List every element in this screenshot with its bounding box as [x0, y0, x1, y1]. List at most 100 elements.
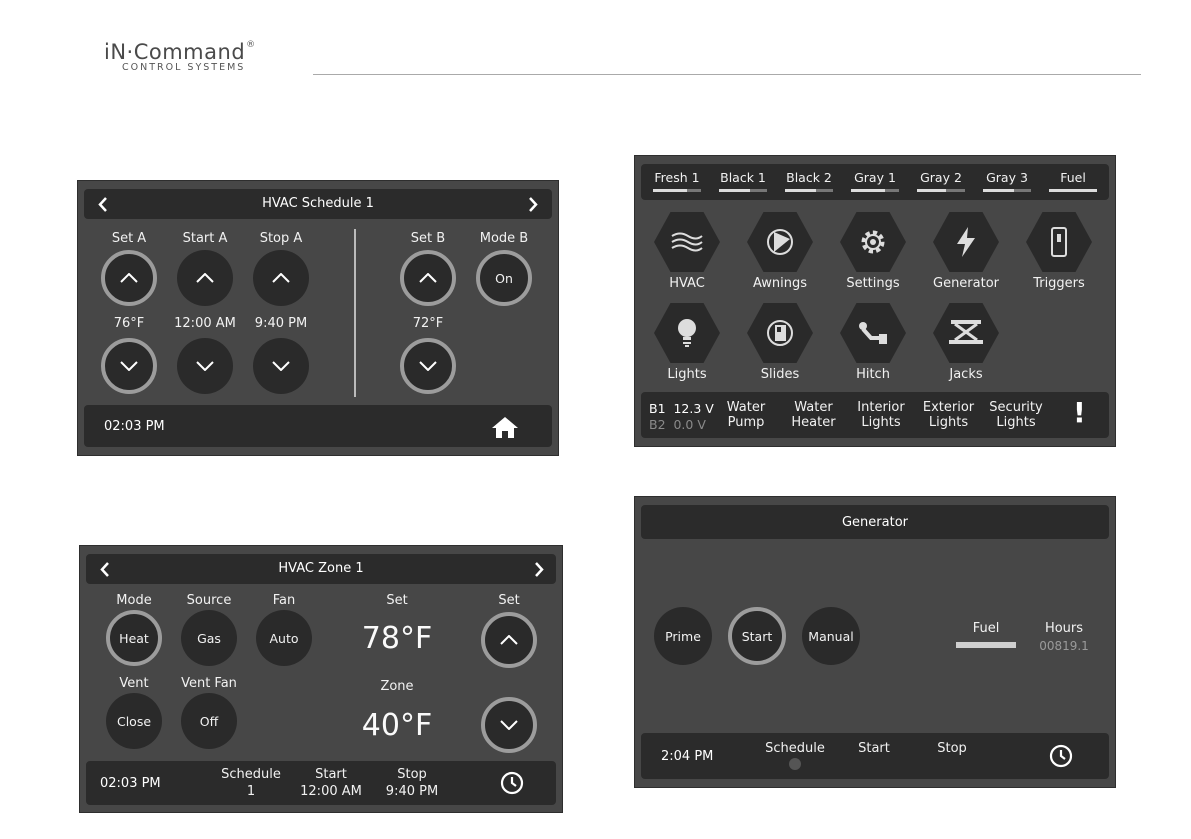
clock-icon[interactable] — [500, 771, 524, 795]
battery-2: B2 0.0 V — [649, 417, 706, 432]
set-up-button[interactable] — [481, 612, 537, 668]
battery-1: B1 12.3 V — [649, 401, 714, 416]
tank-black-2[interactable]: Black 2 — [785, 170, 833, 192]
home-icon[interactable] — [491, 415, 519, 439]
battery-1-label: B1 — [649, 401, 666, 416]
set-a-label: Set A — [111, 231, 147, 246]
schedule-value: 1 — [246, 784, 256, 799]
battery-2-label: B2 — [649, 417, 666, 432]
set-b-up-button[interactable] — [400, 250, 456, 306]
vent-button[interactable]: Close — [106, 693, 162, 749]
hours-value: 00819.1 — [1039, 639, 1089, 653]
lights-tile[interactable] — [654, 303, 720, 363]
quick-label-line2: Lights — [996, 415, 1036, 430]
hvac-zone-screen: HVAC Zone 1 Mode Source Fan Set Set Heat… — [79, 545, 563, 813]
tank-label: Fuel — [1060, 170, 1086, 185]
awning-icon — [765, 227, 795, 257]
set-b-down-button[interactable] — [400, 338, 456, 394]
quick-label-line1: Interior — [857, 400, 905, 415]
title-bar: HVAC Zone 1 — [86, 554, 556, 584]
chevron-down-icon — [500, 720, 518, 730]
start-a-up-button[interactable] — [177, 250, 233, 306]
page-title: Generator — [841, 515, 908, 530]
exterior-lights-button[interactable]: Exterior Lights — [923, 400, 974, 430]
jacks-tile[interactable] — [933, 303, 999, 363]
tank-level-fill — [983, 189, 1014, 192]
clock-icon[interactable] — [1049, 744, 1073, 768]
manual-button[interactable]: Manual — [802, 607, 860, 665]
status-bar: 2:04 PM Schedule Start Stop — [641, 733, 1109, 779]
vent-fan-button[interactable]: Off — [181, 693, 237, 749]
hvac-tile[interactable] — [654, 212, 720, 272]
vent-fan-value: Off — [199, 713, 219, 729]
jack-icon — [947, 318, 985, 348]
awnings-tile[interactable] — [747, 212, 813, 272]
tank-gray-3[interactable]: Gray 3 — [983, 170, 1031, 192]
chevron-right-icon[interactable] — [528, 197, 538, 212]
fan-button[interactable]: Auto — [256, 610, 312, 666]
slide-icon — [765, 318, 795, 348]
tank-level-track — [1049, 189, 1097, 192]
triggers-tile[interactable] — [1026, 212, 1092, 272]
settings-label: Settings — [846, 276, 900, 291]
chevron-up-icon — [272, 273, 290, 283]
tank-black-1[interactable]: Black 1 — [719, 170, 767, 192]
interior-lights-button[interactable]: Interior Lights — [857, 400, 904, 430]
set-down-button[interactable] — [481, 697, 537, 753]
start-a-down-button[interactable] — [177, 338, 233, 394]
tank-label: Black 2 — [786, 170, 832, 185]
slides-label: Slides — [760, 367, 800, 382]
quick-label-line1: Exterior — [922, 400, 975, 415]
page-title: HVAC Zone 1 — [278, 561, 364, 576]
chevron-down-icon — [272, 361, 290, 371]
chevron-right-icon[interactable] — [534, 562, 544, 577]
mode-b-value: On — [495, 270, 513, 286]
tank-gray-2[interactable]: Gray 2 — [917, 170, 965, 192]
water-heater-button[interactable]: Water Heater — [791, 400, 835, 430]
source-label: Source — [186, 593, 232, 608]
hitch-tile[interactable] — [840, 303, 906, 363]
zone-label: Zone — [380, 679, 414, 694]
mode-label: Mode — [116, 593, 152, 608]
start-label: Start — [741, 628, 773, 644]
set-label: Set — [386, 593, 408, 608]
hvac-icon — [670, 230, 704, 254]
water-pump-button[interactable]: Water Pump — [727, 400, 765, 430]
alert-icon[interactable]: ! — [1073, 396, 1086, 429]
set-a-up-button[interactable] — [101, 250, 157, 306]
title-bar: HVAC Schedule 1 — [84, 189, 552, 219]
tank-bar: Fresh 1 Black 1 Black 2 Gray 1 Gray 2 Gray 3 F… — [641, 164, 1109, 200]
status-bar: 02:03 PM — [84, 405, 552, 447]
clock-time: 02:03 PM — [104, 419, 165, 434]
generator-tile[interactable] — [933, 212, 999, 272]
tank-gray-1[interactable]: Gray 1 — [851, 170, 899, 192]
settings-tile[interactable] — [840, 212, 906, 272]
hvac-schedule-screen: HVAC Schedule 1 Set A Start A Stop A Set… — [77, 180, 559, 456]
source-button[interactable]: Gas — [181, 610, 237, 666]
start-value: 12:00 AM — [300, 784, 362, 799]
mode-button[interactable]: Heat — [106, 610, 162, 666]
tank-fresh-1[interactable]: Fresh 1 — [653, 170, 701, 192]
quick-bar: B1 12.3 V B2 0.0 V Water Pump Water Heater I… — [641, 392, 1109, 438]
quick-label-line1: Security — [989, 400, 1043, 415]
schedule-indicator[interactable] — [789, 758, 801, 770]
slides-tile[interactable] — [747, 303, 813, 363]
quick-label-line1: Water — [794, 400, 833, 415]
tank-fuel[interactable]: Fuel — [1049, 170, 1097, 192]
security-lights-button[interactable]: Security Lights — [989, 400, 1042, 430]
chevron-up-icon — [120, 273, 138, 283]
stop-a-down-button[interactable] — [253, 338, 309, 394]
clock-time: 02:03 PM — [100, 776, 161, 791]
jacks-label: Jacks — [949, 367, 983, 382]
prime-button[interactable]: Prime — [654, 607, 712, 665]
set-b-value: 72°F — [412, 316, 444, 331]
chevron-down-icon — [120, 361, 138, 371]
tank-level-fill — [1049, 189, 1097, 192]
mode-b-toggle[interactable]: On — [476, 250, 532, 306]
stop-a-up-button[interactable] — [253, 250, 309, 306]
set-a-down-button[interactable] — [101, 338, 157, 394]
tank-label: Gray 2 — [920, 170, 962, 185]
chevron-up-icon — [196, 273, 214, 283]
tank-label: Fresh 1 — [654, 170, 700, 185]
start-button[interactable]: Start — [728, 607, 786, 665]
